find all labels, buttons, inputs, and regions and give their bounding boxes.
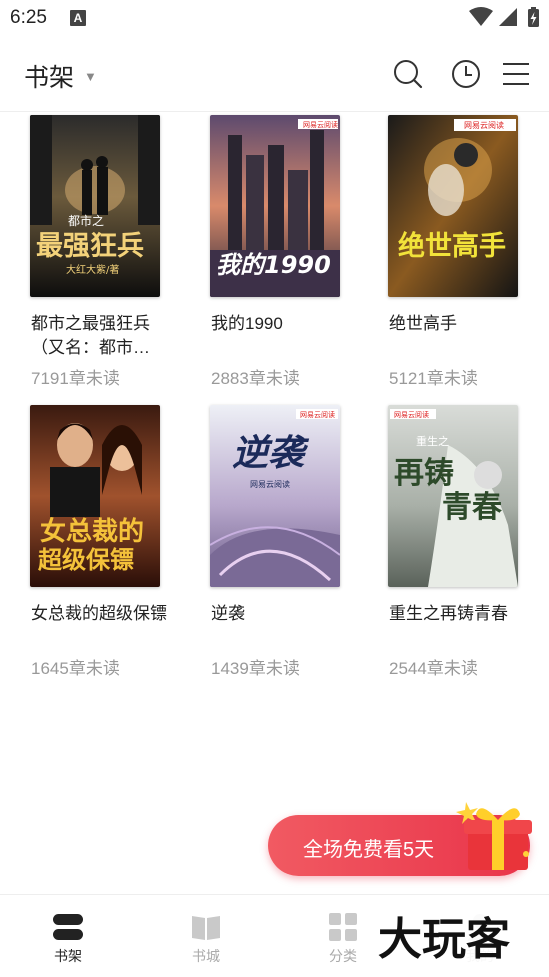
menu-button[interactable] bbox=[500, 58, 532, 90]
search-icon bbox=[394, 60, 423, 89]
cover-publisher: 网易云阅读 bbox=[303, 120, 338, 129]
wifi-icon bbox=[469, 7, 493, 26]
cover-author: 大红大紫/著 bbox=[66, 263, 119, 276]
book-cover[interactable]: 都市之 最强狂兵 大红大紫/著 bbox=[30, 115, 160, 297]
history-button[interactable] bbox=[450, 58, 482, 90]
cover-title: 女总裁的 bbox=[40, 516, 144, 547]
status-icons bbox=[467, 6, 543, 28]
book-title: 我的1990 bbox=[211, 314, 283, 333]
svg-text:网易云阅读: 网易云阅读 bbox=[300, 410, 335, 419]
cover-title: 逆袭 bbox=[232, 433, 310, 474]
unread-count: 7191章未读 bbox=[31, 369, 120, 388]
watermark-text: 大玩客 bbox=[378, 914, 510, 965]
tab-bookstore-label: 书城 bbox=[192, 948, 220, 964]
battery-icon bbox=[528, 7, 539, 27]
tab-category-label: 分类 bbox=[329, 948, 357, 964]
book-title: 绝世高手 bbox=[389, 314, 457, 333]
book-title: 女总裁的超级保镖 bbox=[31, 604, 167, 623]
bookshelf-title[interactable]: 书架 bbox=[24, 58, 74, 94]
dropdown-caret-icon[interactable]: ▼ bbox=[84, 69, 97, 84]
cover-subtitle: 重生之 bbox=[416, 434, 449, 448]
unread-count: 1645章未读 bbox=[31, 659, 120, 678]
cover-publisher: 网易云阅读 bbox=[464, 120, 504, 130]
tab-bookstore[interactable]: 书城 bbox=[166, 895, 246, 977]
book-cover[interactable]: 网易云阅读 重生之 再铸 青春 bbox=[388, 405, 518, 587]
unread-count: 2544章未读 bbox=[389, 659, 478, 678]
gift-box-icon[interactable] bbox=[456, 796, 538, 874]
cover-title: 再铸 bbox=[394, 456, 454, 491]
tab-bookshelf-label: 书架 bbox=[54, 948, 82, 964]
bookshelf-icon bbox=[53, 914, 83, 940]
cover-title: 我的1990 bbox=[216, 251, 331, 279]
menu-icon bbox=[503, 63, 529, 85]
category-grid-icon bbox=[329, 913, 357, 941]
cover-title: 绝世高手 bbox=[398, 230, 506, 262]
book-title: 都市之最强狂兵（又名：都市… bbox=[31, 314, 150, 357]
cover-title-2: 超级保镖 bbox=[38, 546, 134, 574]
cover-subtitle: 都市之 bbox=[68, 213, 104, 228]
unread-count: 5121章未读 bbox=[389, 369, 478, 388]
signal-icon bbox=[499, 8, 517, 26]
book-cover[interactable]: 女总裁的 超级保镖 bbox=[30, 405, 160, 587]
promo-text: 全场免费看5天 bbox=[303, 839, 435, 861]
tab-category[interactable]: 分类 bbox=[303, 895, 383, 977]
tab-bookshelf[interactable]: 书架 bbox=[28, 895, 108, 977]
history-clock-icon bbox=[452, 60, 480, 88]
book-title: 重生之再铸青春 bbox=[389, 604, 508, 623]
unread-count: 1439章未读 bbox=[211, 659, 300, 678]
cover-title-2: 青春 bbox=[442, 490, 502, 525]
book-cover[interactable]: 网易云阅读 绝世高手 bbox=[388, 115, 518, 297]
status-bar: 6:25 A bbox=[0, 0, 549, 36]
watermark-logo: 大玩客 bbox=[372, 908, 542, 965]
notification-icon: A bbox=[70, 10, 86, 26]
book-title: 逆袭 bbox=[211, 604, 245, 623]
status-time: 6:25 bbox=[10, 7, 47, 28]
cover-title: 最强狂兵 bbox=[36, 231, 144, 262]
unread-count: 2883章未读 bbox=[211, 369, 300, 388]
book-open-icon bbox=[192, 916, 220, 940]
cover-publisher: 网易云阅读 bbox=[394, 410, 429, 419]
book-cover[interactable]: 网易云阅读 我的1990 bbox=[210, 115, 340, 297]
cover-publisher: 网易云阅读 bbox=[250, 479, 290, 489]
search-button[interactable] bbox=[392, 58, 424, 90]
app-header: 书架 ▼ bbox=[0, 36, 549, 112]
book-cover[interactable]: 网易云阅读 逆袭 网易云阅读 bbox=[210, 405, 340, 587]
